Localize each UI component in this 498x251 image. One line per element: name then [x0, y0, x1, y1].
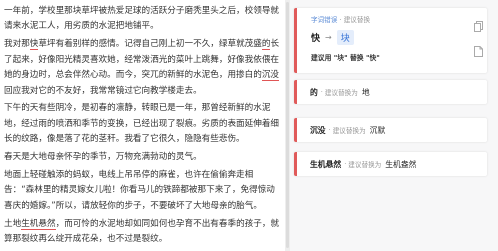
- original-word: 沉没: [310, 125, 326, 135]
- suggestion-type: 建议替换为: [348, 161, 382, 169]
- text-run: 地面上轻碰触添的蚂蚁，电线上吊吊停的麻雀，也许在偷偷奔走相告：“森林里的精灵嫁女…: [4, 170, 275, 211]
- original-word: 的: [310, 87, 318, 97]
- card-actions: [473, 20, 485, 70]
- text-run: 春天是大地母亲怀孕的季节，万物充满勃动的灵气。: [4, 152, 202, 163]
- paragraph[interactable]: 春天是大地母亲怀孕的季节，万物充满勃动的灵气。: [4, 150, 281, 165]
- separator-dot: ·: [344, 160, 347, 168]
- suggested-word: 生机盎然: [385, 159, 417, 169]
- text-run: 草坪有着别样的感情。记得自己刚上初一不久，绿草就茂盛: [38, 39, 262, 50]
- original-word: 快: [311, 34, 321, 44]
- arrow-icon: →: [325, 33, 332, 42]
- suggestion-type: 建议替换为: [324, 89, 358, 97]
- flagged-word[interactable]: 生机悬然: [21, 218, 56, 230]
- separator-dot: ·: [328, 126, 331, 134]
- suggestion-chip[interactable]: 块: [336, 30, 354, 45]
- suggestion-card[interactable]: 生机悬然 · 建议替换为 生机盎然: [294, 152, 487, 176]
- separator-dot: ·: [320, 88, 323, 96]
- suggestion-type: 建议替换为: [332, 127, 366, 135]
- replacement-row: 快 → 块: [311, 30, 487, 45]
- copy-icon[interactable]: [473, 20, 483, 32]
- error-type-label: 字词错误: [311, 16, 338, 24]
- document-icon[interactable]: [473, 45, 483, 57]
- suggestions-panel: 字词错误 · 建议替换 快 → 块 建议用 "块" 替换 "快" 的 · 建议替…: [290, 0, 498, 251]
- paragraph[interactable]: 地面上轻碰触添的蚂蚁，电线上吊吊停的麻雀，也许在偷偷奔走相告：“森林里的精灵嫁女…: [4, 168, 281, 214]
- suggestion-card[interactable]: 沉没 · 建议替换为 沉默: [294, 118, 487, 142]
- paragraph[interactable]: 下午的天有些阴冷，是初春的凛静，转眼已是一年，那曾经新鲜的水泥地，经过雨的喷洒和…: [4, 101, 281, 147]
- editor-scrollbar[interactable]: [286, 2, 289, 248]
- text-run: 下午的天有些阴冷，是初春的凛静，转眼已是一年，那曾经新鲜的水泥地，经过雨的喷洒和…: [4, 103, 280, 145]
- suggestion-note: 建议用 "块" 替换 "快": [311, 54, 380, 62]
- editor[interactable]: 一年前，学校里那块草坪被热爱足球的活跃分子磨秃里头之后，校领导就请来水泥工人，用…: [0, 0, 281, 251]
- flagged-word[interactable]: 沉没: [261, 70, 280, 82]
- paragraph[interactable]: 我对那快草坪有着别样的感情。记得自己刚上初一不久，绿草就茂盛的长了起来，好像阳光…: [4, 37, 281, 99]
- text-run: 土地: [4, 218, 22, 229]
- suggestion-card-expanded[interactable]: 字词错误 · 建议替换 快 → 块 建议用 "块" 替换 "快": [294, 8, 487, 73]
- text-run: 一年前，学校里那块草坪被热爱足球的活跃分子磨秃里头之后，校领导就请来水泥工人，用…: [4, 6, 280, 32]
- action-label: 建议替换: [343, 16, 371, 24]
- suggested-word: 地: [361, 87, 370, 97]
- text-run: 我对那: [4, 39, 30, 50]
- paragraph[interactable]: 一年前，学校里那块草坪被热爱足球的活跃分子磨秃里头之后，校领导就请来水泥工人，用…: [4, 4, 281, 35]
- original-word: 生机悬然: [310, 159, 342, 169]
- suggested-word: 沉默: [369, 125, 386, 135]
- card-header: 字词错误 · 建议替换: [311, 14, 487, 24]
- text-run: 回应我对它的不友好，我常常镜过它向教学楼走去。: [4, 85, 202, 96]
- suggestion-card[interactable]: 的 · 建议替换为 地: [294, 80, 487, 104]
- paragraph[interactable]: 土地生机悬然，而可怜的水泥地却如同如何也孕育不出有春季的孩子，就算那裂纹再么绽开…: [4, 217, 281, 248]
